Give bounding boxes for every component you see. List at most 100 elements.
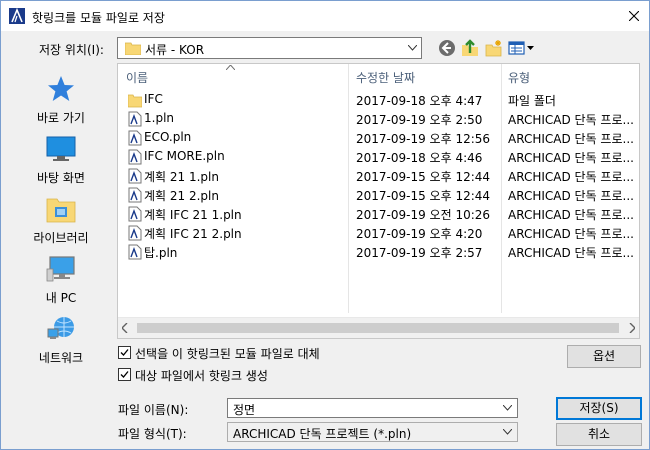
close-button[interactable] [619, 1, 649, 31]
place-label: 바탕 화면 [37, 171, 85, 185]
file-date: 2017-09-18 오후 4:46 [356, 151, 483, 165]
file-type: ARCHICAD 단독 프로... [508, 208, 634, 222]
desktop-icon [46, 136, 76, 161]
place-quick-access[interactable]: 바로 가기 [11, 75, 111, 126]
create-hotlink-option[interactable]: 대상 파일에서 핫링크 생성 [118, 367, 298, 383]
filetype-select[interactable]: ARCHICAD 단독 프로젝트 (*.pln) [227, 422, 518, 442]
file-name: 계획 IFC 21 1.pln [144, 208, 242, 222]
pln-file-icon [128, 168, 142, 184]
place-network[interactable]: 네트워크 [11, 315, 111, 366]
filename-field[interactable]: 정면 [227, 398, 518, 418]
replace-checkbox[interactable] [118, 346, 131, 359]
file-type: ARCHICAD 단독 프로... [508, 113, 634, 127]
close-icon [629, 11, 639, 21]
replace-option[interactable]: 선택을 이 핫링크된 모듈 파일로 대체 [118, 345, 358, 361]
file-name: IFC [144, 92, 163, 106]
chevron-down-icon [408, 45, 417, 51]
file-date: 2017-09-19 오후 2:50 [356, 113, 483, 127]
file-name: 계획 IFC 21 2.pln [144, 227, 242, 241]
file-row[interactable]: IFC MORE.pln 2017-09-18 오후 4:46 ARCHICAD… [118, 147, 639, 166]
file-list[interactable]: 이름 수정한 날짜 유형 IFC 2017-09-18 오후 4:47 파일 폴… [117, 63, 640, 339]
place-label: 내 PC [45, 291, 77, 305]
place-this-pc[interactable]: 내 PC [11, 255, 111, 306]
save-location-label: 저장 위치(I): [39, 43, 104, 57]
file-date: 2017-09-19 오전 10:26 [356, 208, 491, 222]
file-row[interactable]: 계획 IFC 21 1.pln 2017-09-19 오전 10:26 ARCH… [118, 204, 639, 223]
file-name: 1.pln [144, 111, 175, 125]
file-date: 2017-09-18 오후 4:47 [356, 94, 483, 108]
file-name: 계획 21 1.pln [144, 170, 219, 184]
file-type: ARCHICAD 단독 프로... [508, 132, 634, 146]
file-row[interactable]: 탑.pln 2017-09-19 오후 2:57 ARCHICAD 단독 프로.… [118, 242, 639, 261]
file-name: ECO.pln [144, 130, 192, 144]
checkmark-icon [120, 371, 129, 378]
file-date: 2017-09-15 오후 12:44 [356, 170, 491, 184]
file-row[interactable]: ECO.pln 2017-09-19 오후 12:56 ARCHICAD 단독 … [118, 128, 639, 147]
place-label: 바로 가기 [37, 111, 85, 125]
file-type: ARCHICAD 단독 프로... [508, 227, 634, 241]
filetype-label: 파일 형식(T): [118, 427, 187, 441]
library-icon [46, 198, 76, 223]
column-header-name[interactable]: 이름 [126, 69, 148, 86]
place-label: 라이브러리 [33, 231, 89, 245]
filetype-value: ARCHICAD 단독 프로젝트 (*.pln) [233, 427, 412, 441]
file-name: 계획 21 2.pln [144, 189, 219, 203]
column-header-date[interactable]: 수정한 날짜 [356, 69, 415, 86]
network-icon [47, 317, 74, 339]
file-date: 2017-09-19 오후 2:57 [356, 246, 483, 260]
up-folder-icon[interactable] [461, 39, 479, 57]
save-dialog: 핫링크를 모듈 파일로 저장 저장 위치(I): 서류 - KOR 바로 가기 … [0, 0, 650, 450]
file-row[interactable]: 계획 21 2.pln 2017-09-15 오후 12:44 ARCHICAD… [118, 185, 639, 204]
scrollbar-thumb[interactable] [137, 323, 619, 333]
file-name: IFC MORE.pln [144, 149, 225, 163]
sort-ascending-icon [226, 65, 235, 70]
file-type: ARCHICAD 단독 프로... [508, 189, 634, 203]
computer-icon [46, 256, 75, 282]
file-row[interactable]: 계획 IFC 21 2.pln 2017-09-19 오후 4:20 ARCHI… [118, 223, 639, 242]
save-button[interactable]: 저장(S) [556, 397, 642, 420]
title-bar: 핫링크를 모듈 파일로 저장 [1, 1, 649, 31]
scroll-right-icon[interactable] [629, 323, 635, 333]
back-icon[interactable] [438, 39, 456, 57]
new-folder-icon[interactable] [485, 39, 503, 57]
file-row[interactable]: IFC 2017-09-18 오후 4:47 파일 폴더 [118, 90, 639, 109]
pln-file-icon [128, 149, 142, 165]
create-hotlink-label: 대상 파일에서 핫링크 생성 [135, 369, 268, 383]
file-date: 2017-09-19 오후 4:20 [356, 227, 483, 241]
save-location-value: 서류 - KOR [145, 43, 205, 57]
file-date: 2017-09-15 오후 12:44 [356, 189, 491, 203]
replace-option-label: 선택을 이 핫링크된 모듈 파일로 대체 [135, 347, 320, 361]
pln-file-icon [128, 225, 142, 241]
scroll-left-icon[interactable] [122, 323, 128, 333]
create-hotlink-checkbox[interactable] [118, 368, 131, 381]
pln-file-icon [128, 206, 142, 222]
filename-label: 파일 이름(N): [118, 403, 189, 417]
options-button[interactable]: 옵션 [567, 345, 641, 368]
file-row[interactable]: 계획 21 1.pln 2017-09-15 오후 12:44 ARCHICAD… [118, 166, 639, 185]
file-type: ARCHICAD 단독 프로... [508, 170, 634, 184]
cancel-button[interactable]: 취소 [556, 423, 642, 446]
filename-value: 정면 [233, 403, 256, 417]
window-title: 핫링크를 모듈 파일로 저장 [32, 11, 165, 25]
file-type: ARCHICAD 단독 프로... [508, 151, 634, 165]
chevron-down-icon [503, 429, 512, 435]
checkmark-icon [120, 349, 129, 356]
pln-file-icon [128, 187, 142, 203]
horizontal-scrollbar[interactable] [118, 317, 639, 338]
file-row[interactable]: 1.pln 2017-09-19 오후 2:50 ARCHICAD 단독 프로.… [118, 109, 639, 128]
file-date: 2017-09-19 오후 12:56 [356, 132, 491, 146]
place-label: 네트워크 [38, 351, 84, 365]
pln-file-icon [128, 130, 142, 146]
star-icon [48, 76, 74, 101]
folder-icon [125, 42, 141, 55]
place-libraries[interactable]: 라이브러리 [11, 195, 111, 246]
archicad-icon [9, 8, 25, 24]
places-bar: 바로 가기 바탕 화면 라이브러리 내 PC 네트워크 [11, 67, 111, 383]
view-menu-icon[interactable] [508, 39, 534, 57]
file-type: ARCHICAD 단독 프로... [508, 246, 634, 260]
save-location-combo[interactable]: 서류 - KOR [117, 37, 422, 59]
place-desktop[interactable]: 바탕 화면 [11, 135, 111, 186]
file-type: 파일 폴더 [508, 94, 556, 108]
folder-icon [128, 94, 142, 108]
column-header-type[interactable]: 유형 [508, 69, 530, 86]
